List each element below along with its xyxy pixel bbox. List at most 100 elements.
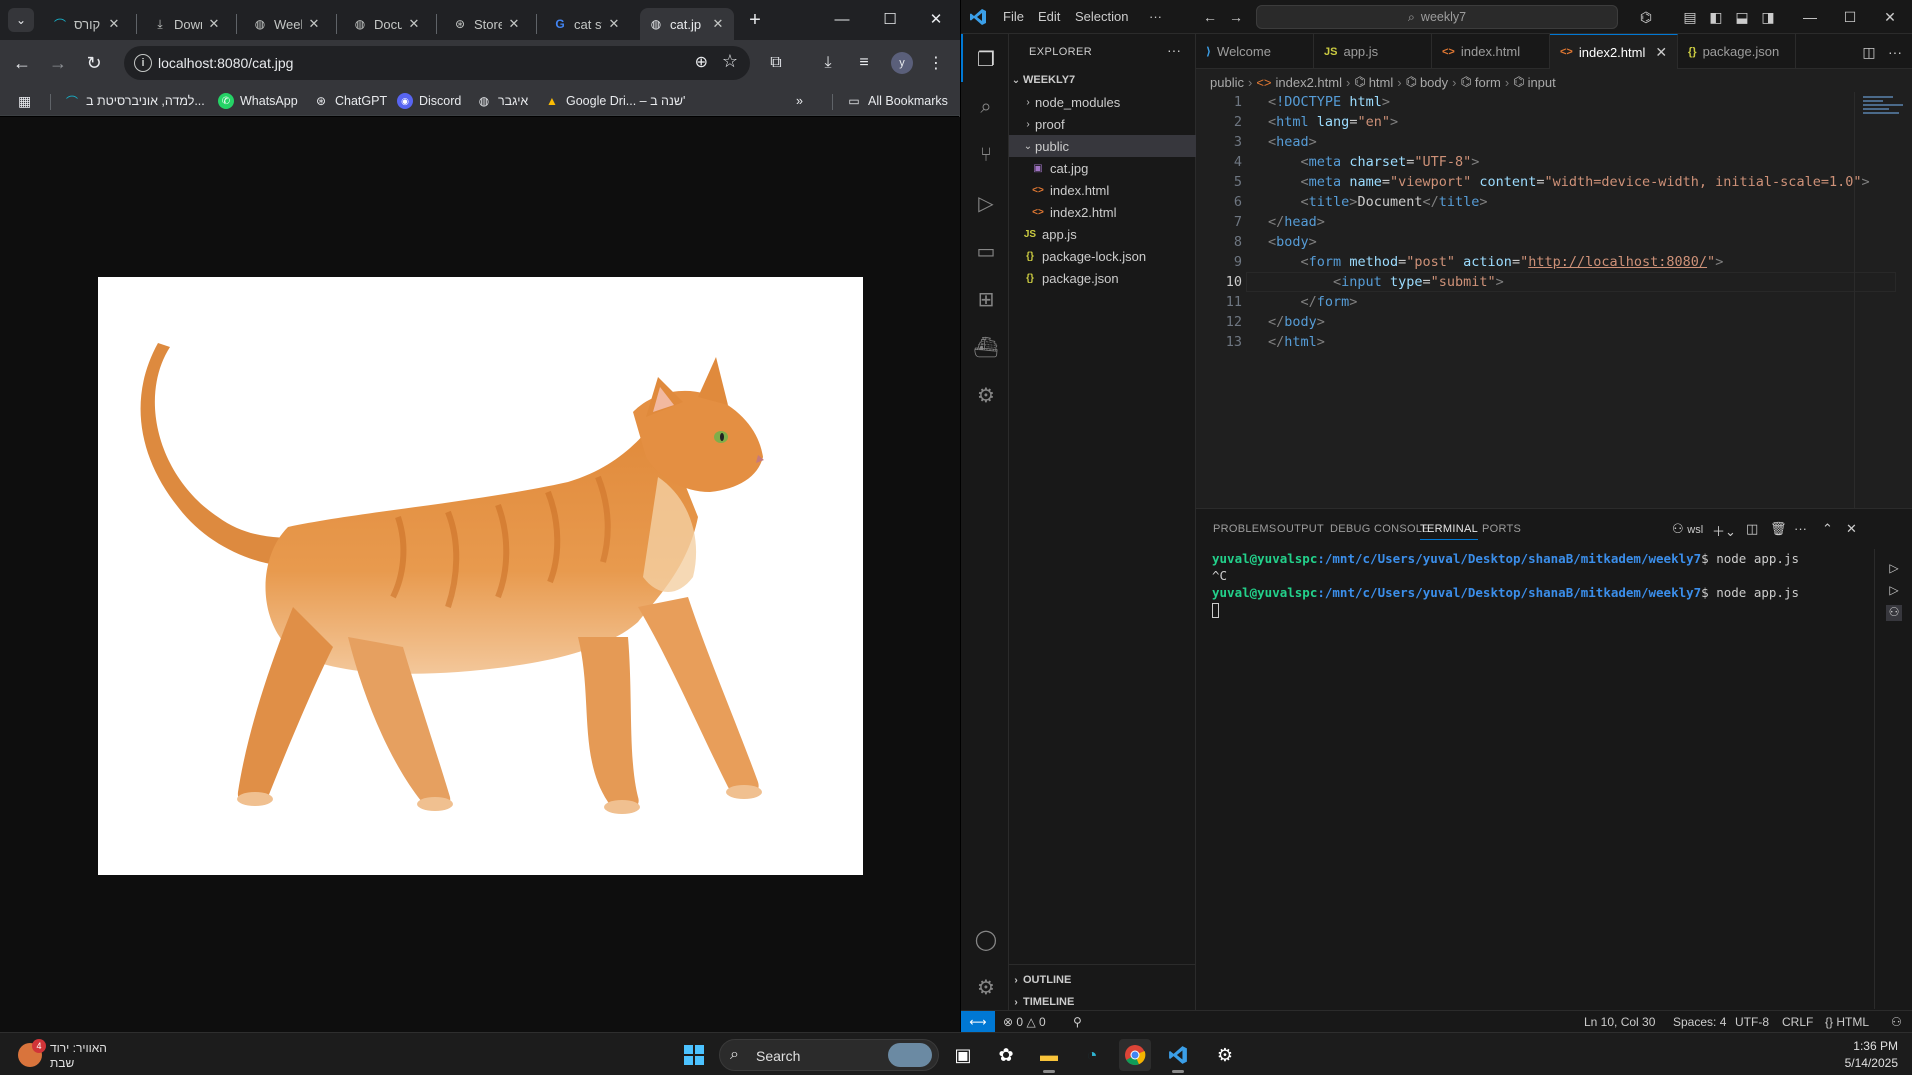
- code-line[interactable]: <meta name="viewport" content="width=dev…: [1268, 174, 1870, 190]
- close-panel-icon[interactable]: ✕: [1846, 521, 1857, 537]
- panel-tab-output[interactable]: OUTPUT: [1277, 523, 1324, 535]
- close-tab-icon[interactable]: ✕: [506, 16, 522, 32]
- remote-explorer-icon[interactable]: ▭: [973, 238, 999, 264]
- layout-icon[interactable]: ▤: [1681, 8, 1699, 26]
- extensions-icon[interactable]: ⊞: [973, 286, 999, 312]
- manage-gear-icon[interactable]: ⚙: [973, 974, 999, 1000]
- chrome-tab-4[interactable]: ◍ Docu ✕: [344, 8, 430, 40]
- problems-status[interactable]: ⊗ 0 △ 0: [1003, 1015, 1046, 1029]
- more-actions-icon[interactable]: ···: [1794, 521, 1807, 536]
- minimize-icon[interactable]: —: [822, 6, 862, 32]
- more-bookmarks-icon[interactable]: »: [796, 92, 803, 110]
- extensions-icon[interactable]: ⧉: [764, 51, 788, 75]
- tab-index2-html[interactable]: <> index2.html ✕: [1550, 34, 1678, 69]
- close-tab-icon[interactable]: ✕: [306, 16, 322, 32]
- terminal-output[interactable]: yuval@yuvalspc:/mnt/c/Users/yuval/Deskto…: [1212, 551, 1799, 619]
- outline-header[interactable]: › OUTLINE: [1009, 969, 1196, 991]
- explorer-icon[interactable]: ❐: [973, 46, 999, 72]
- bookmark-star-icon[interactable]: ☆: [722, 51, 738, 72]
- code-line[interactable]: <body>: [1268, 234, 1317, 250]
- tab-package-json[interactable]: {} package.json: [1678, 34, 1796, 69]
- tab-search-icon[interactable]: ⌄: [8, 8, 34, 32]
- close-tab-icon[interactable]: ✕: [406, 16, 422, 32]
- weather-widget[interactable]: 4 האוויר: ירוד שבת: [18, 1039, 138, 1071]
- maximize-icon[interactable]: ☐: [870, 6, 910, 32]
- close-window-icon[interactable]: ✕: [916, 6, 956, 32]
- language-mode[interactable]: {} HTML: [1825, 1015, 1869, 1029]
- bookmark-google-drive[interactable]: ▲ Google Dri... – שנה ב': [544, 92, 685, 110]
- cat-image[interactable]: [98, 277, 863, 875]
- profile-avatar[interactable]: y: [891, 52, 913, 74]
- code-line[interactable]: </form>: [1268, 294, 1358, 310]
- panel-tab-terminal[interactable]: TERMINAL: [1420, 523, 1479, 540]
- close-tab-icon[interactable]: ✕: [206, 16, 222, 32]
- code-line[interactable]: <input type="submit">: [1268, 274, 1504, 290]
- workspace-root[interactable]: ⌄ WEEKLY7: [1009, 69, 1196, 91]
- terminal-instance-icon[interactable]: ▷: [1886, 583, 1902, 599]
- chrome-tab-3[interactable]: ◍ Week ✕: [244, 8, 330, 40]
- copilot-icon[interactable]: ⌬: [1637, 8, 1655, 26]
- zoom-icon[interactable]: ⊕: [695, 52, 708, 72]
- chrome-menu-icon[interactable]: ⋮: [924, 51, 948, 75]
- notifications-icon[interactable]: ⚇: [1891, 1015, 1902, 1029]
- code-line[interactable]: <title>Document</title>: [1268, 194, 1488, 210]
- toggle-sidebar-icon[interactable]: ◧: [1707, 8, 1725, 26]
- accounts-icon[interactable]: ◯: [973, 926, 999, 952]
- chrome-icon[interactable]: [1119, 1039, 1151, 1071]
- chrome-tab-5[interactable]: ⊛ Store ✕: [444, 8, 530, 40]
- tree-item-package-json[interactable]: {} package.json: [1009, 267, 1196, 289]
- code-line[interactable]: <html lang="en">: [1268, 114, 1398, 130]
- breadcrumb-item[interactable]: public: [1210, 75, 1244, 90]
- maximize-panel-icon[interactable]: ⌃: [1822, 521, 1833, 537]
- more-actions-icon[interactable]: ···: [1167, 42, 1181, 58]
- tree-item-index-html[interactable]: <> index.html: [1009, 179, 1196, 201]
- docker-icon[interactable]: ⛴: [973, 334, 999, 360]
- breadcrumb-item[interactable]: index2.html: [1276, 75, 1342, 90]
- copilot-icon[interactable]: ✿: [990, 1039, 1022, 1071]
- toggle-panel-icon[interactable]: ⬓: [1733, 8, 1751, 26]
- code-line[interactable]: </head>: [1268, 214, 1325, 230]
- chrome-tab-2[interactable]: ⤓ Down ✕: [144, 8, 230, 40]
- bookmark-discord[interactable]: ◉ Discord: [397, 92, 461, 110]
- tree-item-cat-jpg[interactable]: ▣ cat.jpg: [1009, 157, 1196, 179]
- code-line[interactable]: <!DOCTYPE html>: [1268, 94, 1390, 110]
- download-icon[interactable]: ⤓: [816, 51, 840, 75]
- chrome-tab-1[interactable]: ⌒ קורס ✕: [44, 8, 130, 40]
- panel-tab-debug-console[interactable]: DEBUG CONSOLE: [1330, 523, 1430, 535]
- bookmark-whatsapp[interactable]: ✆ WhatsApp: [218, 92, 298, 110]
- kill-terminal-icon[interactable]: 🗑: [1770, 521, 1787, 537]
- tab-welcome[interactable]: ⟩ Welcome: [1196, 34, 1314, 69]
- menu-file[interactable]: File: [1003, 9, 1024, 24]
- close-tab-icon[interactable]: ✕: [1655, 44, 1667, 61]
- tree-item-index2-html[interactable]: <> index2.html: [1009, 201, 1196, 223]
- code-line[interactable]: </html>: [1268, 334, 1325, 350]
- code-line[interactable]: <head>: [1268, 134, 1317, 150]
- tree-item-package-lock-json[interactable]: {} package-lock.json: [1009, 245, 1196, 267]
- split-editor-icon[interactable]: ◫: [1860, 43, 1878, 61]
- terminal-profile-icon[interactable]: ⚇ wsl: [1672, 521, 1703, 537]
- tree-item-proof[interactable]: › proof: [1009, 113, 1196, 135]
- remote-settings-icon[interactable]: ⚙: [973, 382, 999, 408]
- system-clock[interactable]: 1:36 PM 5/14/2025: [1845, 1038, 1898, 1072]
- menu-edit[interactable]: Edit: [1038, 9, 1060, 24]
- toggle-secondary-sidebar-icon[interactable]: ◨: [1759, 8, 1777, 26]
- address-bar[interactable]: i localhost:8080/cat.jpg ⊕ ☆: [124, 46, 750, 80]
- more-actions-icon[interactable]: ···: [1886, 43, 1904, 61]
- url-text[interactable]: localhost:8080/cat.jpg: [158, 55, 293, 71]
- tab-index-html[interactable]: <> index.html: [1432, 34, 1550, 69]
- forward-icon[interactable]: →: [44, 49, 72, 77]
- breadcrumb-item[interactable]: input: [1528, 75, 1556, 90]
- split-terminal-icon[interactable]: ◫: [1746, 521, 1758, 537]
- minimap[interactable]: [1854, 92, 1912, 508]
- close-tab-icon[interactable]: ✕: [606, 16, 622, 32]
- close-tab-icon[interactable]: ✕: [106, 16, 122, 32]
- vscode-icon[interactable]: [1162, 1039, 1194, 1073]
- terminal-instance-icon[interactable]: ⚇: [1886, 605, 1902, 621]
- command-center-search[interactable]: ⌕ weekly7: [1256, 5, 1618, 29]
- task-view-icon[interactable]: ▣: [947, 1039, 979, 1071]
- chrome-tab-7-active[interactable]: ◍ cat.jp ✕: [640, 8, 734, 40]
- windows-start-icon[interactable]: [678, 1039, 710, 1071]
- menu-selection[interactable]: Selection: [1075, 9, 1128, 24]
- panel-tab-ports[interactable]: PORTS: [1482, 523, 1521, 535]
- breadcrumb-item[interactable]: form: [1475, 75, 1501, 90]
